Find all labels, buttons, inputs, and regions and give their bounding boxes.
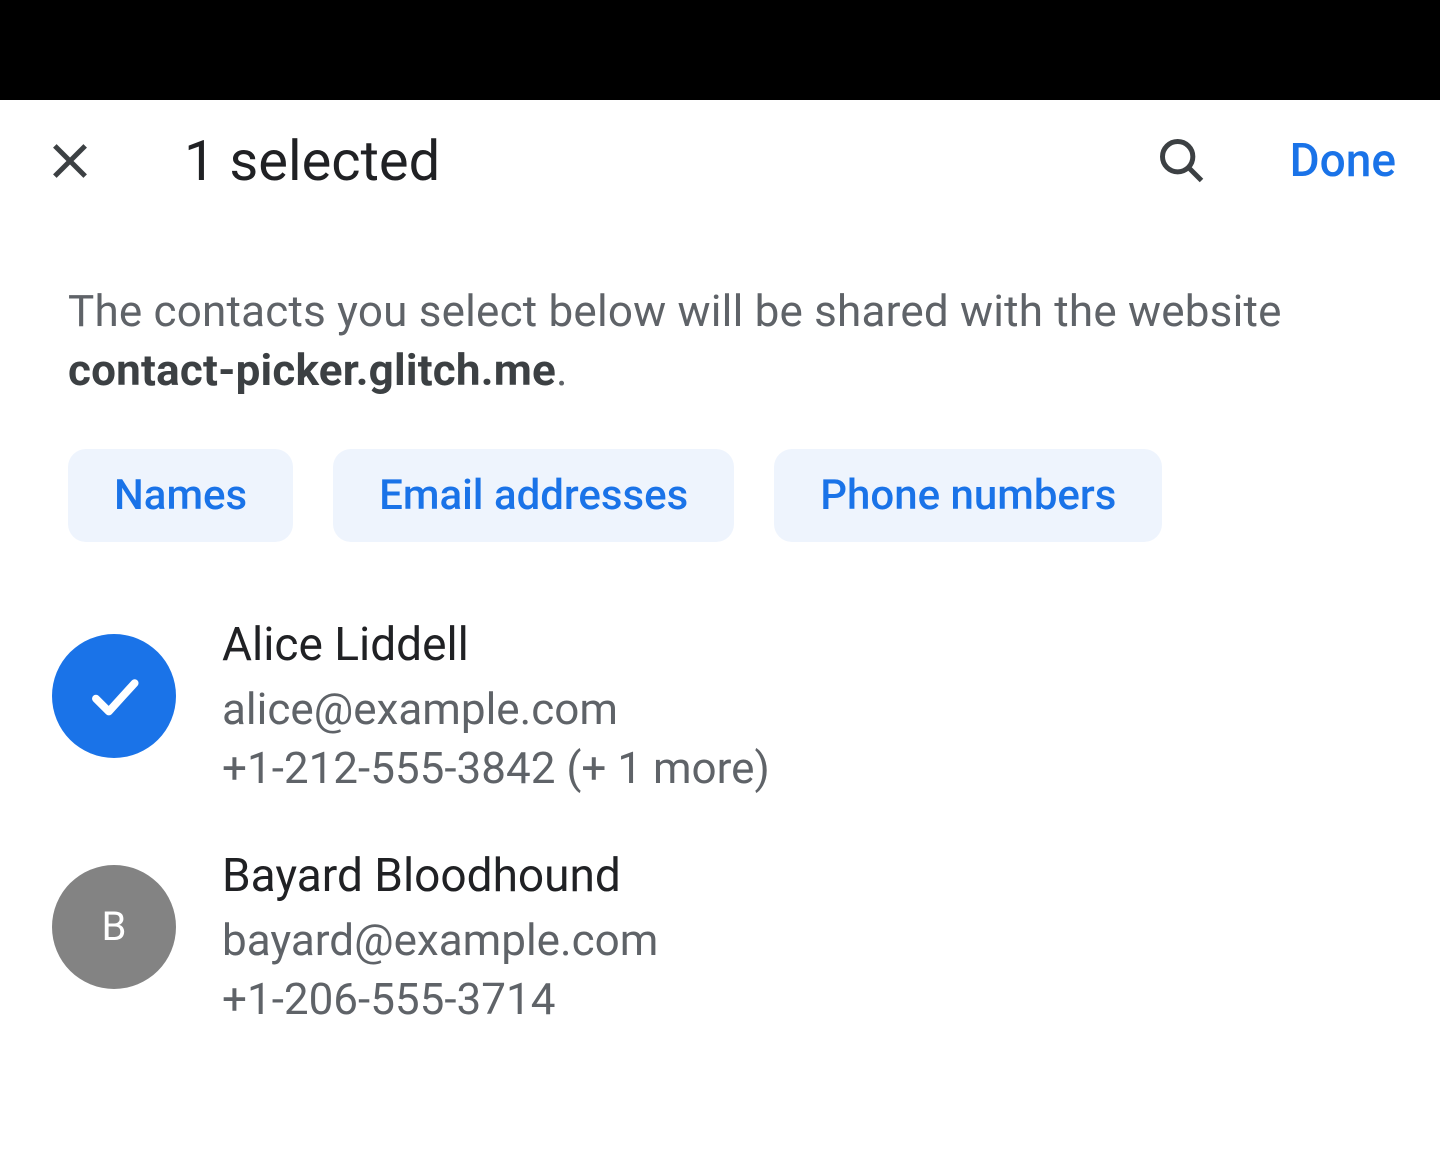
contact-info: Alice Liddell alice@example.com +1-212-5… xyxy=(222,616,770,799)
description-suffix: . xyxy=(556,344,568,396)
contact-email: bayard@example.com xyxy=(222,911,658,970)
description-prefix: The contacts you select below will be sh… xyxy=(68,285,1282,337)
search-icon[interactable] xyxy=(1156,135,1208,187)
chips-row: Names Email addresses Phone numbers xyxy=(0,401,1440,572)
close-icon[interactable] xyxy=(44,135,96,187)
avatar: B xyxy=(52,865,176,989)
contact-name: Bayard Bloodhound xyxy=(222,849,658,903)
done-button[interactable]: Done xyxy=(1290,134,1396,188)
contact-phone: +1-212-555-3842 (+ 1 more) xyxy=(222,739,770,798)
contact-row[interactable]: B Bayard Bloodhound bayard@example.com +… xyxy=(52,823,1388,1054)
status-bar xyxy=(0,0,1440,100)
contacts-list: Alice Liddell alice@example.com +1-212-5… xyxy=(0,572,1440,1054)
avatar-letter: B xyxy=(102,903,127,950)
contact-phone: +1-206-555-3714 xyxy=(222,970,658,1029)
chip-email-addresses[interactable]: Email addresses xyxy=(333,449,734,542)
contact-name: Alice Liddell xyxy=(222,618,770,672)
contact-row[interactable]: Alice Liddell alice@example.com +1-212-5… xyxy=(52,592,1388,823)
header-title: 1 selected xyxy=(184,128,1128,194)
avatar-selected xyxy=(52,634,176,758)
contact-email: alice@example.com xyxy=(222,680,770,739)
chip-phone-numbers[interactable]: Phone numbers xyxy=(774,449,1162,542)
share-description: The contacts you select below will be sh… xyxy=(0,222,1440,401)
description-site: contact-picker.glitch.me xyxy=(68,344,556,396)
check-icon xyxy=(83,665,145,727)
contact-info: Bayard Bloodhound bayard@example.com +1-… xyxy=(222,847,658,1030)
chip-names[interactable]: Names xyxy=(68,449,293,542)
header: 1 selected Done xyxy=(0,100,1440,222)
